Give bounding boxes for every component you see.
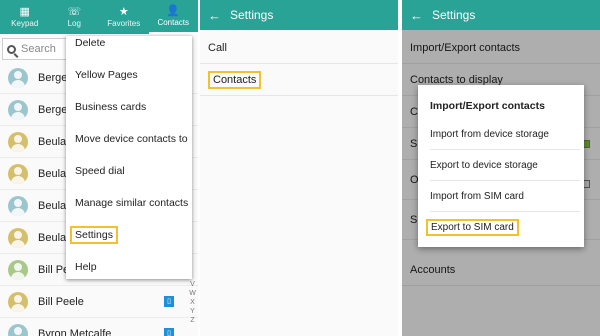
- avatar: [8, 323, 28, 336]
- search-input[interactable]: Search: [2, 38, 72, 60]
- sim-card-icon: ▯: [164, 296, 174, 307]
- tab-log[interactable]: ☏ Log: [50, 0, 100, 34]
- menu-item-help[interactable]: Help: [75, 261, 97, 273]
- settings-item-call[interactable]: Call: [200, 32, 398, 64]
- contact-row[interactable]: Bill Peele ▯: [0, 286, 198, 318]
- menu-item-settings[interactable]: Settings: [70, 226, 118, 244]
- search-placeholder: Search: [21, 43, 56, 55]
- menu-item-yellow-pages[interactable]: Yellow Pages: [75, 69, 138, 81]
- option-export-sim-card[interactable]: Export to SIM card: [426, 219, 519, 236]
- option-export-device-storage[interactable]: Export to device storage: [430, 150, 580, 181]
- contact-name: Bill Pe: [38, 263, 70, 276]
- search-icon: [7, 44, 16, 54]
- tab-contacts[interactable]: 👤 Contacts: [148, 0, 198, 34]
- avatar: [8, 195, 28, 216]
- avatar: [8, 259, 28, 280]
- avatar: [8, 131, 28, 152]
- settings-header: ← Settings: [200, 0, 398, 30]
- contacts-screen: ▦ Keypad ☏ Log ★ Favorites 👤 Contacts Se…: [0, 0, 198, 336]
- settings-screen: ← Settings Call Contacts: [200, 0, 398, 336]
- contact-row[interactable]: Byron Metcalfe ▯: [0, 318, 198, 336]
- page-title: Settings: [432, 8, 476, 22]
- person-icon: 👤: [166, 4, 181, 17]
- avatar: [8, 163, 28, 184]
- avatar: [8, 99, 28, 120]
- dialog-title: Import/Export contacts: [430, 100, 545, 112]
- contacts-settings-screen: ← Settings Import/Export contacts Contac…: [402, 0, 600, 336]
- index-letter[interactable]: Y: [187, 307, 198, 316]
- tab-keypad[interactable]: ▦ Keypad: [0, 0, 50, 34]
- contacts-tab-bar: ▦ Keypad ☏ Log ★ Favorites 👤 Contacts: [0, 0, 198, 34]
- page-title: Settings: [230, 8, 274, 22]
- contact-name: Bill Peele: [38, 295, 84, 308]
- menu-item-delete[interactable]: Delete: [75, 37, 105, 49]
- option-import-sim-card[interactable]: Import from SIM card: [430, 181, 580, 212]
- overflow-menu: Delete Yellow Pages Business cards Move …: [66, 36, 192, 279]
- index-letter[interactable]: Z: [187, 316, 198, 325]
- menu-item-business-cards[interactable]: Business cards: [75, 101, 146, 113]
- import-export-dialog: Import/Export contacts Import from devic…: [418, 85, 584, 247]
- avatar: [8, 67, 28, 88]
- avatar: [8, 227, 28, 248]
- phone-log-icon: ☏: [67, 5, 82, 18]
- index-letter[interactable]: W: [187, 289, 198, 298]
- alphabet-index-scroller[interactable]: V W X Y Z: [187, 280, 198, 325]
- settings-item-label: Call: [208, 41, 227, 54]
- tab-favorites[interactable]: ★ Favorites: [99, 0, 149, 34]
- back-arrow-icon[interactable]: ←: [410, 8, 424, 23]
- back-arrow-icon[interactable]: ←: [208, 8, 222, 23]
- menu-item-manage-similar[interactable]: Manage similar contacts: [75, 197, 188, 209]
- tab-keypad-label: Keypad: [11, 18, 39, 28]
- settings-item-contacts[interactable]: Contacts: [200, 64, 398, 96]
- sim-card-icon: ▯: [164, 328, 174, 336]
- tab-favorites-label: Favorites: [107, 18, 141, 28]
- tab-log-label: Log: [67, 18, 81, 28]
- option-import-device-storage[interactable]: Import from device storage: [430, 119, 580, 150]
- avatar: [8, 291, 28, 312]
- menu-item-move-device-contacts[interactable]: Move device contacts to: [75, 133, 188, 145]
- menu-item-speed-dial[interactable]: Speed dial: [75, 165, 125, 177]
- settings-item-label: Contacts: [208, 70, 262, 89]
- keypad-icon: ▦: [19, 5, 30, 18]
- option-export-sim-card-row[interactable]: Export to SIM card: [426, 212, 580, 243]
- star-icon: ★: [118, 5, 129, 18]
- tab-contacts-label: Contacts: [157, 17, 190, 27]
- settings-header: ← Settings: [402, 0, 600, 30]
- contact-name: Byron Metcalfe: [38, 327, 112, 336]
- index-letter[interactable]: X: [187, 298, 198, 307]
- index-letter[interactable]: V: [187, 280, 198, 289]
